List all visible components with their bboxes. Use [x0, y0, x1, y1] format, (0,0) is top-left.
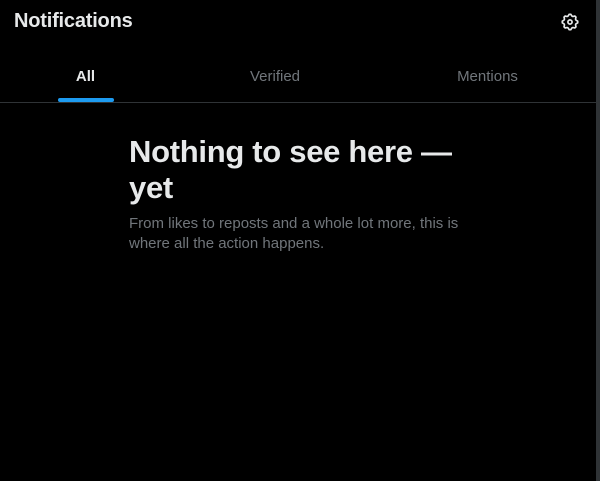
- page-title: Notifications: [14, 10, 133, 32]
- tab-mentions[interactable]: Mentions: [379, 50, 596, 102]
- gear-icon: [561, 13, 579, 31]
- empty-state-subtitle: From likes to reposts and a whole lot mo…: [129, 215, 459, 252]
- tab-verified[interactable]: Verified: [171, 50, 379, 102]
- empty-state-title: Nothing to see here — yet: [129, 134, 452, 205]
- tab-label: Verified: [249, 67, 301, 85]
- tab-label: Mentions: [457, 67, 518, 85]
- tab-label: All: [75, 67, 96, 85]
- notifications-header: Notifications: [0, 0, 596, 48]
- tab-all[interactable]: All: [0, 50, 171, 102]
- divider: [0, 102, 596, 103]
- empty-state: Nothing to see here — yet From likes to …: [129, 134, 469, 254]
- settings-button[interactable]: [557, 9, 583, 35]
- notification-tabs: All Verified Mentions: [0, 50, 596, 102]
- scrollbar[interactable]: [596, 0, 600, 481]
